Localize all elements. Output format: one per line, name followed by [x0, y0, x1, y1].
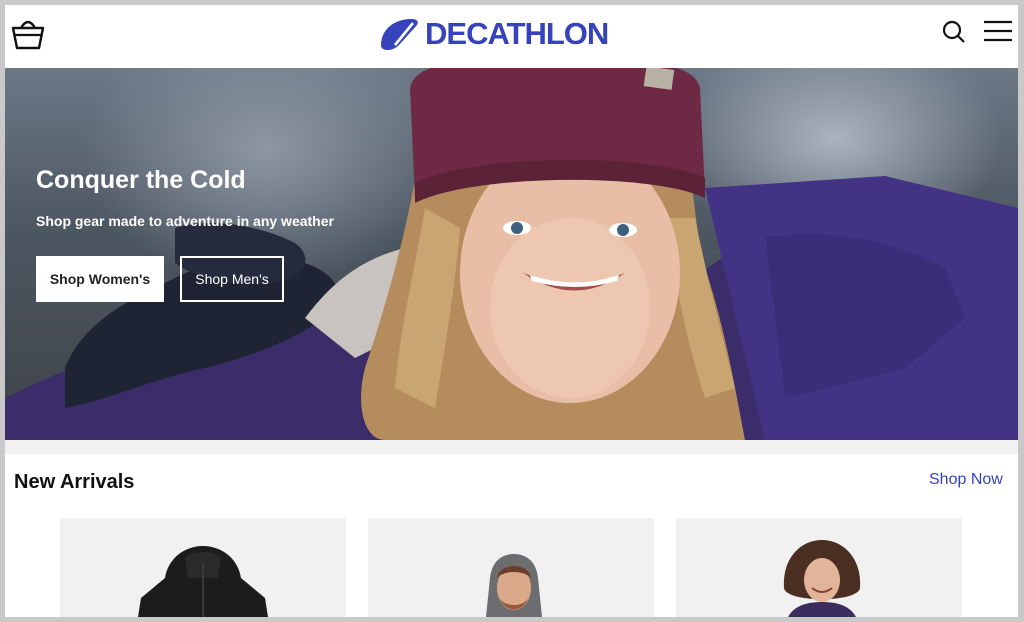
product-image-woman-jacket [783, 540, 861, 617]
shop-womens-button[interactable]: Shop Women's [36, 256, 164, 302]
hero-banner: Conquer the Cold Shop gear made to adven… [5, 68, 1018, 440]
page-frame: DECATHLON Conquer the Cold Shop gear mad… [5, 5, 1018, 617]
product-card[interactable] [368, 518, 654, 617]
hamburger-menu-icon[interactable] [983, 19, 1013, 43]
search-icon[interactable] [941, 19, 967, 45]
hero-image [5, 68, 1018, 440]
basket-icon[interactable] [10, 15, 46, 51]
hero-subtitle: Shop gear made to adventure in any weath… [36, 213, 334, 229]
product-image-jacket [138, 546, 268, 617]
product-image-man-hood [486, 554, 542, 617]
decathlon-logo-icon [381, 19, 418, 50]
product-card[interactable] [676, 518, 962, 617]
section-divider [5, 440, 1018, 454]
new-arrivals-title: New Arrivals [14, 471, 135, 493]
shop-mens-button[interactable]: Shop Men's [180, 256, 284, 302]
site-header: DECATHLON [5, 5, 1018, 68]
brand-logo[interactable]: DECATHLON [377, 14, 609, 54]
shop-now-link[interactable]: Shop Now [929, 471, 1003, 489]
product-card[interactable] [60, 518, 346, 617]
brand-name: DECATHLON [425, 16, 609, 51]
hero-title: Conquer the Cold [36, 166, 246, 194]
